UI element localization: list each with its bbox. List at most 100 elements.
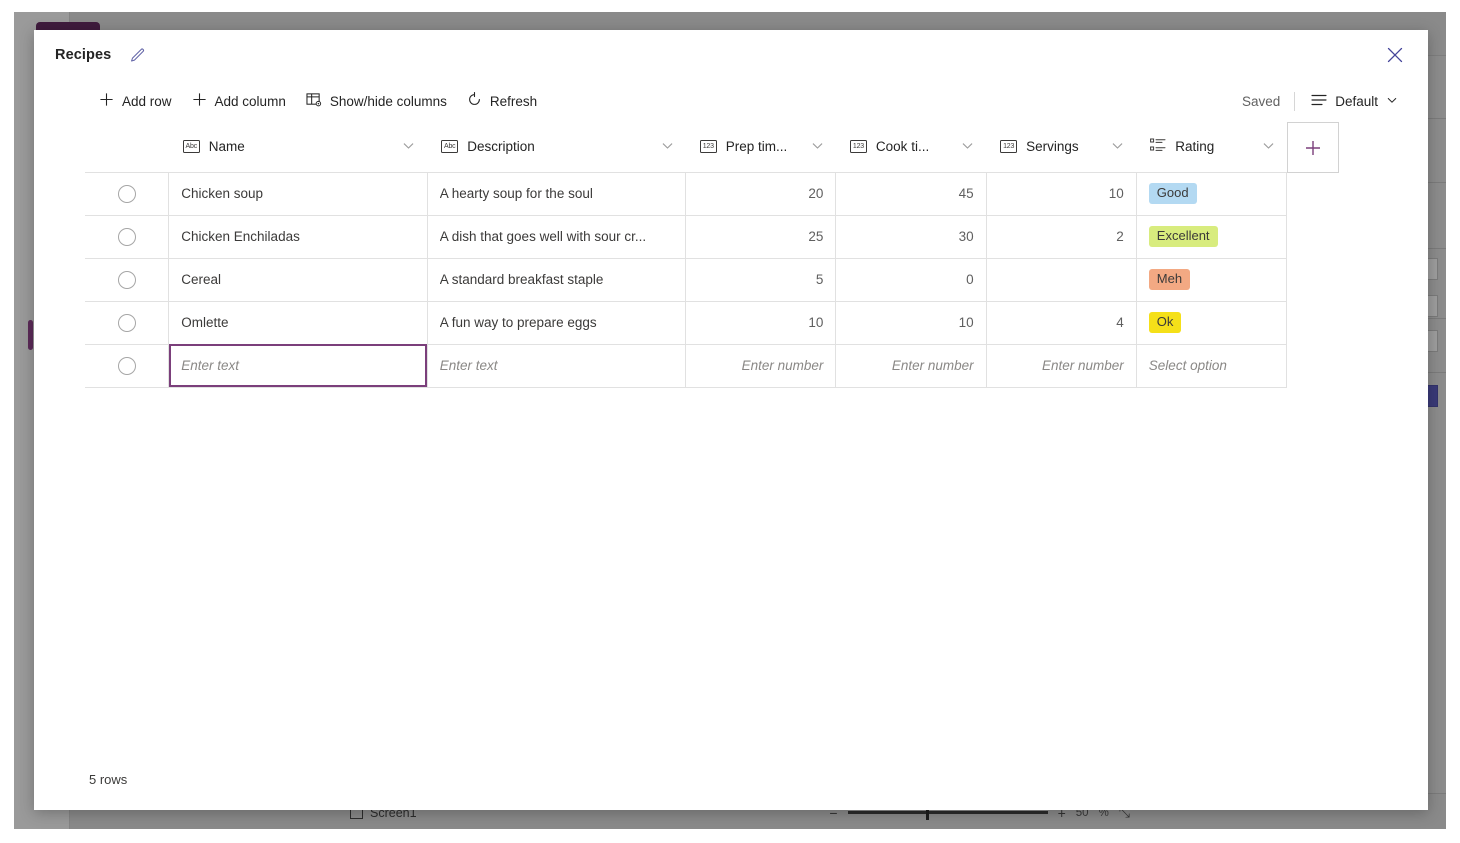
new-row-name-input[interactable]: Enter text [169, 344, 427, 387]
number-type-icon: 123 [1000, 140, 1017, 153]
refresh-icon [467, 92, 482, 110]
row-select-cell[interactable] [85, 301, 169, 344]
row-radio[interactable] [118, 185, 136, 203]
columns-icon [306, 92, 322, 110]
cell-cook-time[interactable]: 45 [836, 172, 986, 215]
chevron-down-icon [1386, 94, 1398, 109]
cell-description[interactable]: A dish that goes well with sour cr... [427, 215, 685, 258]
new-row-servings-input[interactable]: Enter number [986, 344, 1136, 387]
cell-prep-time[interactable]: 10 [686, 301, 836, 344]
row-select-cell[interactable] [85, 172, 169, 215]
new-row-rating-select[interactable]: Select option [1136, 344, 1286, 387]
new-row-prep-input[interactable]: Enter number [686, 344, 836, 387]
pencil-icon[interactable] [127, 45, 147, 65]
number-type-icon: 123 [700, 140, 717, 153]
cell-servings[interactable]: 2 [986, 215, 1136, 258]
row-radio[interactable] [118, 271, 136, 289]
cell-description[interactable]: A hearty soup for the soul [427, 172, 685, 215]
new-row: Enter text Enter text Enter number Enter… [85, 344, 1287, 387]
column-header-name[interactable]: Abc Name [169, 122, 427, 172]
column-header-prep-time[interactable]: 123 Prep tim... [686, 122, 836, 172]
status-badge: Ok [1149, 312, 1182, 334]
row-radio[interactable] [118, 228, 136, 246]
choice-type-icon [1150, 138, 1166, 155]
cell-servings[interactable]: 4 [986, 301, 1136, 344]
add-row-label: Add row [122, 94, 172, 109]
show-hide-columns-button[interactable]: Show/hide columns [296, 85, 457, 117]
number-type-icon: 123 [850, 140, 867, 153]
cell-description[interactable]: A fun way to prepare eggs [427, 301, 685, 344]
table-row: Cereal A standard breakfast staple 5 0 M… [85, 258, 1287, 301]
plus-icon [1303, 138, 1323, 158]
cell-name[interactable]: Chicken Enchiladas [169, 215, 427, 258]
chevron-down-icon[interactable] [661, 139, 674, 155]
data-grid-wrapper: Abc Name Abc Description [34, 122, 1428, 388]
cell-servings[interactable]: 10 [986, 172, 1136, 215]
cell-cook-time[interactable]: 10 [836, 301, 986, 344]
new-row-description-input[interactable]: Enter text [427, 344, 685, 387]
row-select-cell[interactable] [85, 344, 169, 387]
table-row: Chicken soup A hearty soup for the soul … [85, 172, 1287, 215]
cell-name[interactable]: Cereal [169, 258, 427, 301]
cell-servings[interactable] [986, 258, 1136, 301]
view-selector-label: Default [1335, 94, 1378, 109]
status-badge: Excellent [1149, 226, 1218, 248]
column-label: Description [467, 139, 535, 154]
add-column-button[interactable]: Add column [182, 85, 296, 117]
table-row: Chicken Enchiladas A dish that goes well… [85, 215, 1287, 258]
status-badge: Meh [1149, 269, 1190, 291]
cell-cook-time[interactable]: 0 [836, 258, 986, 301]
cell-description[interactable]: A standard breakfast staple [427, 258, 685, 301]
chevron-down-icon[interactable] [1262, 139, 1275, 155]
text-type-icon: Abc [183, 140, 200, 153]
add-column-header-button[interactable] [1287, 122, 1339, 173]
column-label: Cook ti... [876, 139, 929, 154]
view-selector-button[interactable]: Default [1301, 85, 1408, 117]
row-select-cell[interactable] [85, 215, 169, 258]
plus-icon [192, 92, 207, 110]
refresh-button[interactable]: Refresh [457, 85, 547, 117]
column-header-servings[interactable]: 123 Servings [986, 122, 1136, 172]
chevron-down-icon[interactable] [811, 139, 824, 155]
table-header-row: Abc Name Abc Description [85, 122, 1287, 172]
select-all-header [85, 122, 169, 172]
cell-name[interactable]: Chicken soup [169, 172, 427, 215]
close-icon[interactable] [1378, 38, 1412, 72]
dialog-toolbar: Add row Add column Show/hide columns [34, 80, 1428, 122]
cell-rating[interactable]: Ok [1136, 301, 1286, 344]
cell-prep-time[interactable]: 20 [686, 172, 836, 215]
rail-active-indicator [28, 320, 33, 350]
refresh-label: Refresh [490, 94, 537, 109]
cell-prep-time[interactable]: 5 [686, 258, 836, 301]
status-badge: Good [1149, 183, 1197, 205]
row-count-label: 5 rows [89, 772, 127, 787]
cell-name[interactable]: Omlette [169, 301, 427, 344]
recipes-table: Abc Name Abc Description [85, 122, 1287, 388]
column-header-rating[interactable]: Rating [1136, 122, 1286, 172]
page-title: Recipes [55, 47, 111, 63]
toolbar-divider [1294, 92, 1295, 111]
chevron-down-icon[interactable] [402, 139, 415, 155]
list-view-icon [1311, 93, 1327, 110]
add-row-button[interactable]: Add row [89, 85, 182, 117]
text-type-icon: Abc [441, 140, 458, 153]
zoom-slider [848, 811, 1048, 814]
cell-cook-time[interactable]: 30 [836, 215, 986, 258]
row-select-cell[interactable] [85, 258, 169, 301]
new-row-cook-input[interactable]: Enter number [836, 344, 986, 387]
add-column-label: Add column [215, 94, 286, 109]
column-header-cook-time[interactable]: 123 Cook ti... [836, 122, 986, 172]
chevron-down-icon[interactable] [961, 139, 974, 155]
column-label: Name [209, 139, 245, 154]
row-radio[interactable] [118, 357, 136, 375]
column-header-description[interactable]: Abc Description [427, 122, 685, 172]
cell-rating[interactable]: Good [1136, 172, 1286, 215]
table-row: Omlette A fun way to prepare eggs 10 10 … [85, 301, 1287, 344]
chevron-down-icon[interactable] [1111, 139, 1124, 155]
cell-rating[interactable]: Excellent [1136, 215, 1286, 258]
toolbar-right-group: Saved Default [1242, 85, 1408, 117]
row-radio[interactable] [118, 314, 136, 332]
cell-rating[interactable]: Meh [1136, 258, 1286, 301]
saved-status: Saved [1242, 94, 1294, 109]
cell-prep-time[interactable]: 25 [686, 215, 836, 258]
